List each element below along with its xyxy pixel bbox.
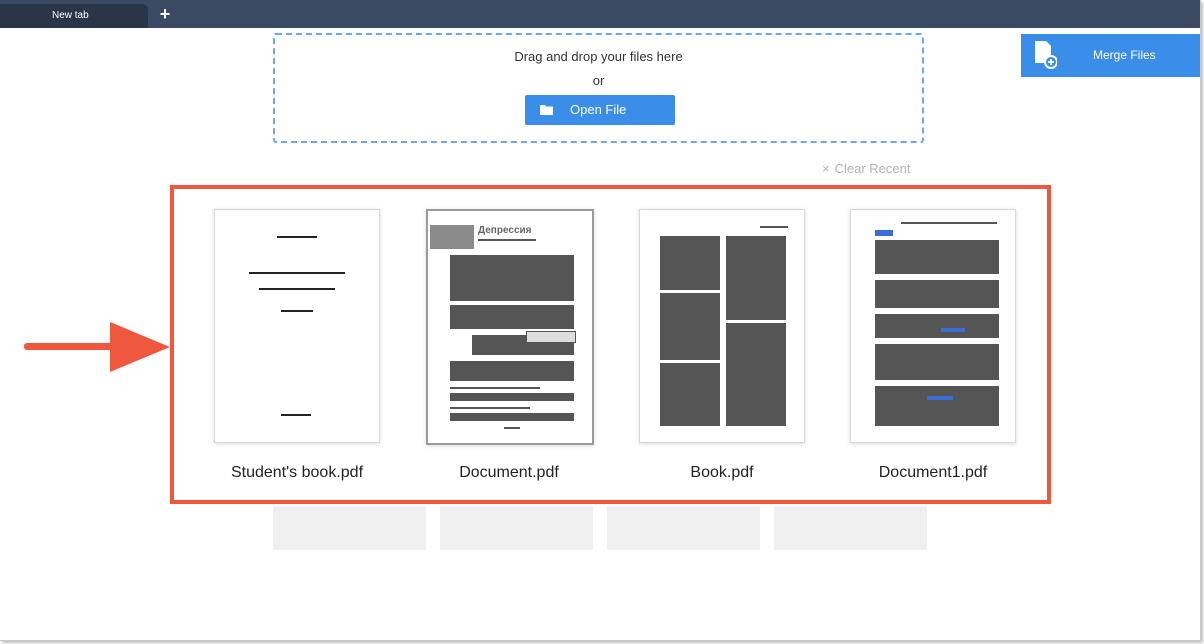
thumbnail-heading: Депрессия <box>478 225 532 236</box>
recent-file-card[interactable]: Book.pdf <box>639 209 805 481</box>
file-thumbnail <box>639 209 805 443</box>
empty-slot <box>774 506 927 550</box>
merge-files-label: Merge Files <box>1093 48 1156 62</box>
recent-file-card[interactable]: Document1.pdf <box>850 209 1016 481</box>
clear-recent-button[interactable]: × Clear Recent <box>822 161 910 176</box>
merge-files-button[interactable]: Merge Files <box>1021 34 1200 77</box>
merge-file-icon <box>1035 41 1057 69</box>
recent-file-card[interactable]: Student's book.pdf <box>214 209 380 481</box>
app-window: New tab + Drag and drop your files here … <box>0 0 1201 641</box>
file-name: Book.pdf <box>690 464 754 481</box>
file-name: Document.pdf <box>459 464 559 481</box>
folder-icon <box>540 105 553 115</box>
clear-recent-label: Clear Recent <box>834 161 911 176</box>
file-thumbnail <box>850 209 1016 443</box>
arrow-right-icon <box>24 322 170 372</box>
empty-slot <box>607 506 760 550</box>
file-thumbnail <box>214 209 380 443</box>
drop-zone-title: Drag and drop your files here <box>514 49 683 64</box>
file-name: Student's book.pdf <box>230 464 364 481</box>
tab-bar: New tab + <box>0 0 1200 28</box>
recent-file-card[interactable]: Депрессия Document.pdf <box>426 209 594 481</box>
open-file-button[interactable]: Open File <box>525 95 675 125</box>
empty-slot <box>273 506 426 550</box>
empty-slot <box>440 506 593 550</box>
tab-new-tab[interactable]: New tab <box>0 4 148 28</box>
close-icon: × <box>822 161 830 176</box>
file-name: Document1.pdf <box>878 464 988 481</box>
plus-icon[interactable]: + <box>156 5 174 23</box>
tab-label: New tab <box>52 10 89 21</box>
drop-zone[interactable]: Drag and drop your files here or Open Fi… <box>273 33 924 143</box>
open-file-label: Open File <box>570 102 627 117</box>
file-thumbnail: Депрессия <box>426 209 594 445</box>
drop-zone-or: or <box>592 73 605 88</box>
